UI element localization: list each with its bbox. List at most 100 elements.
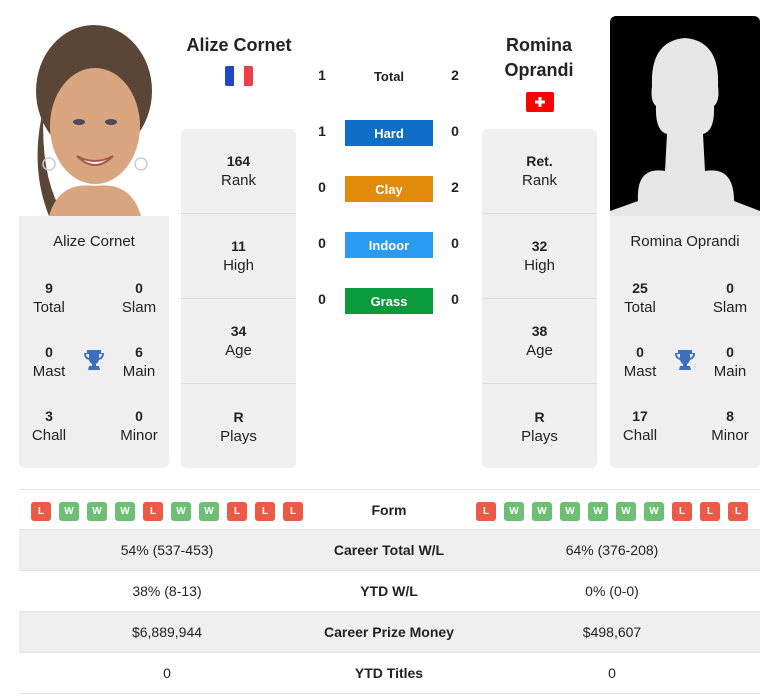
- plays-cell: R Plays: [181, 384, 296, 469]
- titles-minor: 0 Minor: [109, 406, 169, 446]
- plays-label: Plays: [220, 427, 257, 445]
- h2h-total-label: Total: [373, 69, 405, 84]
- form-badge-win[interactable]: W: [532, 502, 552, 521]
- titles-mast-label: Mast: [32, 363, 66, 380]
- trophy-icon: [82, 348, 106, 377]
- form-badge-win[interactable]: W: [616, 502, 636, 521]
- titles-minor-value: 8: [726, 408, 734, 424]
- form-badge-loss[interactable]: L: [672, 502, 692, 521]
- titles-minor-value: 0: [135, 408, 143, 424]
- titles-chall: 3 Chall: [19, 406, 79, 446]
- titles-chall-label: Chall: [622, 427, 658, 444]
- rank-cell: Ret. Rank: [482, 129, 597, 214]
- player-left-titles-card: Alize Cornet 9 Total 0 Slam 0 Mast 6 Main 3 C…: [19, 216, 169, 468]
- stat-label: Career Total W/L: [333, 542, 445, 558]
- age-value: 34: [230, 323, 247, 339]
- player-left-rank-card: 164 Rank 11 High 34 Age R Plays: [181, 129, 296, 468]
- stat-left-value: 54% (537-453): [120, 542, 214, 558]
- rank-value: 164: [226, 153, 251, 169]
- age-value: 38: [531, 323, 548, 339]
- h2h-clay-left: 0: [318, 179, 326, 195]
- titles-slam: 0 Slam: [109, 278, 169, 318]
- h2h-hard-left: 1: [318, 123, 326, 139]
- titles-mast-label: Mast: [623, 363, 657, 380]
- form-badge-win[interactable]: W: [504, 502, 524, 521]
- form-badge-loss[interactable]: L: [143, 502, 163, 521]
- titles-minor: 8 Minor: [700, 406, 760, 446]
- stat-label: YTD Titles: [354, 665, 424, 681]
- high-cell: 32 High: [482, 214, 597, 299]
- titles-main-value: 0: [726, 344, 734, 360]
- titles-mast-value: 0: [45, 344, 53, 360]
- stat-label: YTD W/L: [360, 583, 418, 599]
- titles-slam-value: 0: [726, 280, 734, 296]
- high-label: High: [524, 257, 555, 274]
- form-badge-win[interactable]: W: [199, 502, 219, 521]
- plays-value: R: [534, 408, 545, 425]
- titles-total-label: Total: [624, 299, 656, 316]
- player-left-card-name: Alize Cornet: [53, 233, 135, 250]
- stat-left-value: 38% (8-13): [132, 583, 202, 599]
- stat-right-value: 64% (376-208): [565, 542, 659, 558]
- surface-hard-badge[interactable]: Hard: [345, 120, 433, 146]
- titles-main: 0 Main: [700, 342, 760, 382]
- form-label: Form: [371, 502, 407, 518]
- form-badge-loss[interactable]: L: [255, 502, 275, 521]
- player-right-rank-card: Ret. Rank 32 High 38 Age R Plays: [482, 129, 597, 468]
- surface-clay-badge[interactable]: Clay: [345, 176, 433, 202]
- stat-right-value: 0% (0-0): [585, 583, 639, 599]
- player-right-name[interactable]: Romina Oprandi: [480, 33, 598, 83]
- player-right-name-first: Romina: [505, 35, 572, 55]
- high-value: 32: [531, 238, 548, 254]
- form-badge-loss[interactable]: L: [227, 502, 247, 521]
- h2h-clay-right: 2: [451, 179, 459, 195]
- form-badge-win[interactable]: W: [87, 502, 107, 521]
- age-label: Age: [526, 342, 553, 359]
- player-left-photo: [19, 16, 169, 216]
- player-left-name[interactable]: Alize Cornet: [180, 33, 298, 58]
- stat-label: Career Prize Money: [324, 624, 454, 640]
- stat-left-value: 0: [163, 665, 171, 681]
- titles-main-label: Main: [122, 363, 156, 380]
- player-right-titles-card: Romina Oprandi 25 Total 0 Slam 0 Mast 0 Main…: [610, 216, 760, 468]
- age-label: Age: [225, 342, 252, 359]
- form-badge-win[interactable]: W: [588, 502, 608, 521]
- high-label: High: [223, 257, 254, 274]
- form-badge-win[interactable]: W: [560, 502, 580, 521]
- titles-minor-label: Minor: [711, 427, 749, 444]
- form-badge-win[interactable]: W: [115, 502, 135, 521]
- plays-cell: R Plays: [482, 384, 597, 469]
- titles-mast: 0 Mast: [610, 342, 670, 382]
- titles-chall-label: Chall: [31, 427, 67, 444]
- plays-label: Plays: [521, 427, 558, 445]
- stats-row: 54% (537-453) Career Total W/L 64% (376-20…: [19, 530, 760, 571]
- trophy-icon: [673, 348, 697, 377]
- titles-mast-value: 0: [636, 344, 644, 360]
- player-right-card-name: Romina Oprandi: [630, 233, 740, 250]
- player-right-photo-placeholder: [610, 16, 760, 216]
- h2h-grass-right: 0: [451, 291, 459, 307]
- h2h-indoor-left: 0: [318, 235, 326, 251]
- form-badge-loss[interactable]: L: [283, 502, 303, 521]
- titles-minor-label: Minor: [120, 427, 158, 444]
- rank-label: Rank: [521, 172, 558, 189]
- player-right-name-last: Oprandi: [504, 60, 574, 80]
- titles-slam-label: Slam: [121, 299, 157, 316]
- titles-total-value: 9: [45, 280, 53, 296]
- high-value: 11: [231, 238, 246, 254]
- titles-total-label: Total: [33, 299, 65, 316]
- form-badge-loss[interactable]: L: [700, 502, 720, 521]
- surface-grass-badge[interactable]: Grass: [345, 288, 433, 314]
- form-badge-win[interactable]: W: [59, 502, 79, 521]
- titles-main-value: 6: [135, 344, 143, 360]
- form-badge-loss[interactable]: L: [728, 502, 748, 521]
- form-badge-loss[interactable]: L: [31, 502, 51, 521]
- form-badge-loss[interactable]: L: [476, 502, 496, 521]
- form-badge-win[interactable]: W: [171, 502, 191, 521]
- titles-total: 25 Total: [610, 278, 670, 318]
- h2h-grass-left: 0: [318, 291, 326, 307]
- stat-right-value: $498,607: [582, 624, 642, 640]
- surface-indoor-badge[interactable]: Indoor: [345, 232, 433, 258]
- form-badge-win[interactable]: W: [644, 502, 664, 521]
- titles-main-label: Main: [713, 363, 747, 380]
